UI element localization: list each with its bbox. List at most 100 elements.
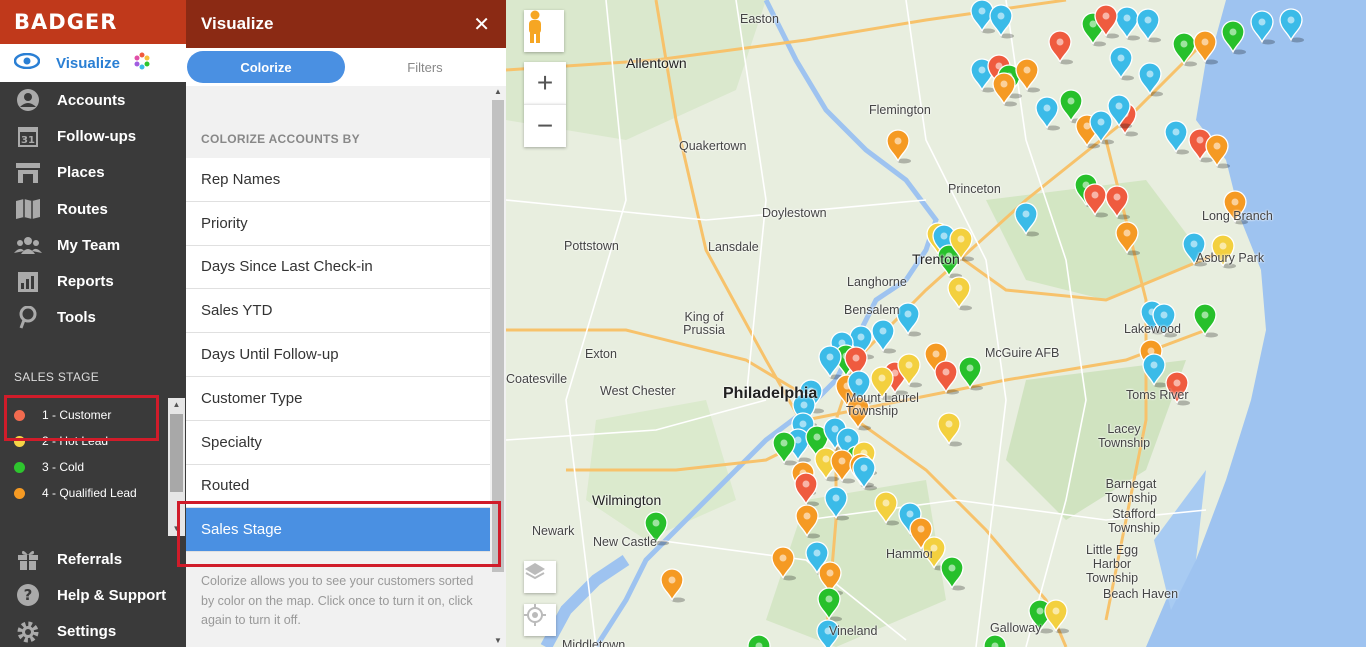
map-pin-other[interactable] [896,302,921,337]
map-label-quakertown: Quakertown [679,139,747,153]
badger-logo[interactable]: BADGER [0,0,186,44]
nav-accounts-label: Accounts [57,91,126,109]
option-routed[interactable]: Routed [186,464,490,509]
scroll-down-arrow-icon[interactable]: ▼ [490,635,506,647]
map-pin-other[interactable] [1035,96,1060,131]
zoom-out-button[interactable]: − [524,104,566,147]
map-label-asbury-park: Asbury Park [1196,251,1265,265]
colorize-help-text: Colorize allows you to see your customer… [201,574,474,628]
option-days-until-follow-up[interactable]: Days Until Follow-up [186,333,490,377]
team-icon [14,233,42,257]
map-pin-cold[interactable] [983,634,1008,647]
panel-header: Visualize ✕ [186,0,506,48]
tab-filters[interactable]: Filters [345,51,505,83]
map-pin-other[interactable] [1115,6,1140,41]
option-days-since-last-check-in[interactable]: Days Since Last Check-in [186,245,490,290]
map-label-vineland: Vineland [829,624,878,638]
map-pin-hot[interactable] [1044,599,1069,634]
map-label-pottstown: Pottstown [564,239,619,253]
map-pin-cold[interactable] [940,556,965,591]
nav-item-accounts[interactable]: Accounts [0,82,186,118]
map-pin-other[interactable] [871,319,896,354]
map-pin-hot[interactable] [937,412,962,447]
panel-tabs: Colorize Filters [186,48,506,86]
stage-item-cold[interactable]: 3 - Cold [0,458,186,484]
map-pin-other[interactable] [1138,62,1163,97]
scroll-up-arrow-icon[interactable]: ▲ [168,398,185,412]
option-sales-ytd[interactable]: Sales YTD [186,289,490,334]
nav-item-reports[interactable]: Reports [0,263,186,299]
gift-icon [14,547,42,571]
scrollbar-thumb[interactable] [492,100,504,572]
nav-my-team-label: My Team [57,236,121,254]
nav-item-follow-ups[interactable]: 31 Follow-ups [0,118,186,154]
stage-item-hot-lead[interactable]: 2 - Hot Lead [0,432,186,458]
option-specialty[interactable]: Specialty [186,420,490,465]
map-pin-qualified[interactable] [660,568,685,603]
option-sales-stage[interactable]: Sales Stage [186,508,490,553]
map-pin-qualified[interactable] [1015,58,1040,93]
zoom-in-button[interactable]: + [524,62,566,104]
map-canvas [506,0,1366,647]
sales-stage-legend: 1 - Customer 2 - Hot Lead 3 - Cold 4 - Q… [0,398,186,536]
map-label-bensalem: Bensalem [844,303,900,317]
nav-item-routes[interactable]: Routes [0,191,186,227]
map-pin-qualified[interactable] [992,72,1017,107]
option-rep-names[interactable]: Rep Names [186,158,490,202]
left-navigation: BADGER Visualize Accounts 31 Follow-ups … [0,0,186,647]
map-pin-qualified[interactable] [886,129,911,164]
option-priority[interactable]: Priority [186,201,490,246]
map-label-lakewood: Lakewood [1124,322,1181,336]
scrollbar-thumb[interactable] [170,414,183,492]
nav-item-tools[interactable]: Tools [0,300,186,336]
nav-tools-label: Tools [57,309,96,327]
map-pin-cold[interactable] [747,634,772,647]
close-icon[interactable]: ✕ [473,12,490,37]
nav-item-settings[interactable]: Settings [0,614,186,647]
map-pin-customer[interactable] [1048,30,1073,65]
nav-item-places[interactable]: Places [0,155,186,191]
stage-item-qualified-lead[interactable]: 4 - Qualified Lead [0,484,186,524]
map-pin-other[interactable] [1109,46,1134,81]
panel-scrollbar[interactable]: ▲ ▼ [490,86,506,647]
map-label-wilmington: Wilmington [592,492,662,508]
map-pin-hot[interactable] [947,276,972,311]
colorize-heading: COLORIZE ACCOUNTS BY [201,132,360,146]
sales-stage-title: SALES STAGE [14,370,100,384]
help-icon-text: ? [24,586,33,604]
logo-text: BADGER [14,10,118,34]
stage-item-customer[interactable]: 1 - Customer [0,406,186,432]
help-icon: ? [14,583,42,607]
nav-item-help-support[interactable]: ? Help & Support [0,577,186,613]
map-view[interactable]: Easton Allentown Quakertown Flemington P… [506,0,1366,647]
street-view-pegman-icon[interactable] [524,10,564,52]
stage-label: 4 - Qualified Lead [42,486,137,500]
calendar-icon-text: 31 [21,135,35,146]
map-pin-cold[interactable] [1172,32,1197,67]
map-label-philadelphia: Philadelphia [723,385,818,402]
map-pin-qualified[interactable] [1205,134,1230,169]
map-pin-cold[interactable] [772,431,797,466]
layers-icon[interactable] [524,561,556,593]
nav-item-my-team[interactable]: My Team [0,227,186,263]
option-customer-type[interactable]: Customer Type [186,376,490,421]
map-pin-other[interactable] [1164,120,1189,155]
map-pin-other[interactable] [1136,8,1161,43]
scroll-up-arrow-icon[interactable]: ▲ [490,86,506,98]
my-location-icon[interactable] [524,604,556,636]
map-label-coatesville: Coatesville [506,372,568,386]
tab-colorize[interactable]: Colorize [187,51,345,83]
map-label-doylestown: Doylestown [762,206,827,220]
map-label-west-chester: West Chester [600,384,676,398]
scroll-down-arrow-icon[interactable]: ▼ [168,522,185,536]
map-label-new-castle: New Castle [593,535,657,549]
sales-stage-scrollbar[interactable]: ▲ ▼ [168,398,185,536]
nav-help-support-label: Help & Support [57,586,167,604]
nav-item-referrals[interactable]: Referrals [0,541,186,577]
map-label-little-egg-harbor: Little Egg Harbor Township [1085,543,1139,585]
nav-item-visualize[interactable]: Visualize [0,44,186,82]
nav-follow-ups-label: Follow-ups [57,127,137,145]
map-pin-other[interactable] [1089,110,1114,145]
map-icon [14,197,42,221]
colorize-options: COLORIZE ACCOUNTS BY Rep Names Priority … [186,86,490,647]
